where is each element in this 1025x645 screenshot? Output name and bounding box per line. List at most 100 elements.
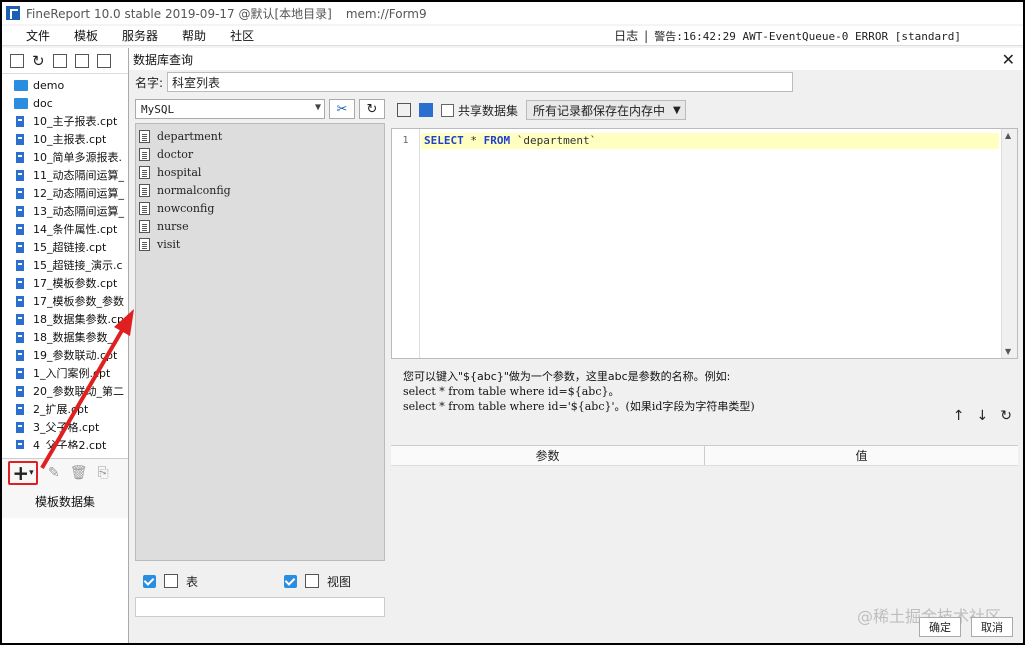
name-input[interactable]: 科室列表	[167, 72, 794, 92]
memory-mode-select[interactable]: 所有记录都保存在内存中 ▼	[526, 100, 686, 120]
app-logo-icon	[6, 6, 20, 20]
add-dataset-button[interactable]: + ▾	[8, 461, 38, 485]
view-icon	[305, 574, 320, 588]
tree-item-label: 10_主报表.cpt	[33, 133, 107, 146]
edit-icon[interactable]: ✎	[48, 465, 60, 481]
table-item[interactable]: nurse	[136, 217, 384, 235]
scroll-down-icon[interactable]: ▼	[1005, 347, 1011, 356]
menu-template[interactable]: 模板	[62, 27, 110, 44]
menu-server[interactable]: 服务器	[110, 27, 170, 44]
tree-item-label: 15_超链接.cpt	[33, 241, 107, 254]
tree-file[interactable]: 4_父子格2.cpt	[2, 436, 128, 449]
file-icon	[16, 169, 24, 181]
tree-file[interactable]: 10_主报表.cpt	[2, 130, 128, 148]
tree-file[interactable]: 2_扩展.cpt	[2, 400, 128, 418]
preview-icon[interactable]: ⎘	[98, 465, 109, 481]
tree-folder[interactable]: demo	[2, 76, 128, 94]
tree-file[interactable]: 13_动态隔间运算_	[2, 202, 128, 220]
table-icon	[139, 219, 150, 233]
template-toolbar: ↻	[2, 48, 128, 74]
status-area: 日志 | 警告:16:42:29 AWT-EventQueue-0 ERROR …	[614, 27, 961, 44]
shared-dataset-checkbox[interactable]	[441, 103, 454, 117]
ok-button[interactable]: 确定	[919, 617, 961, 637]
tree-file[interactable]: 11_动态隔间运算_	[2, 166, 128, 184]
file-icon	[16, 259, 24, 271]
template-tree: demo doc 10_主子报表.cpt 10_主报表.cpt 10_简单多源报表. 11…	[2, 74, 128, 449]
refresh-db-button[interactable]: ↻	[359, 99, 385, 119]
view-checkbox[interactable]	[284, 574, 298, 588]
tree-item-label: 17_模板参数_参数	[33, 295, 124, 308]
tree-file[interactable]: 3_父子格.cpt	[2, 418, 128, 436]
param-help: 您可以键入"${abc}"做为一个参数，这里abc是参数的名称。例如: sele…	[391, 359, 1018, 414]
tree-folder[interactable]: doc	[2, 94, 128, 112]
table-item[interactable]: normalconfig	[136, 181, 384, 199]
table-item[interactable]: nowconfig	[136, 199, 384, 217]
sql-keyword-from: FROM	[483, 134, 511, 147]
help-line-1: 您可以键入"${abc}"做为一个参数，这里abc是参数的名称。例如:	[403, 370, 731, 383]
file-icon	[16, 331, 24, 343]
move-down-icon[interactable]: ↓	[977, 408, 989, 424]
tree-file[interactable]: 12_动态隔间运算_	[2, 184, 128, 202]
settings-icon[interactable]	[74, 53, 89, 68]
sql-star: *	[463, 134, 484, 147]
tree-file[interactable]: 17_模板参数.cpt	[2, 274, 128, 292]
db-query-dialog: 数据库查询 ✕ 名字: 科室列表 MySQL ▼ ✂ ↻ department d…	[128, 48, 1023, 643]
table-icon	[139, 129, 150, 143]
file-icon	[16, 205, 24, 217]
tree-file[interactable]: 1_入门案例.cpt	[2, 364, 128, 382]
dialog-buttons: 确定 取消	[919, 617, 1013, 637]
tree-file[interactable]: 18_数据集参数.cp	[2, 310, 128, 328]
tree-file[interactable]: 10_主子报表.cpt	[2, 112, 128, 130]
connection-settings-button[interactable]: ✂	[329, 99, 355, 119]
dropdown-arrow-icon: ▾	[29, 468, 34, 478]
scroll-up-icon[interactable]: ▲	[1005, 131, 1011, 140]
app-window: FineReport 10.0 stable 2019-09-17 @默认[本地…	[0, 0, 1025, 645]
refresh-icon: ↻	[366, 101, 378, 117]
list-view-icon[interactable]	[52, 53, 67, 68]
table-item[interactable]: hospital	[136, 163, 384, 181]
table-checkbox[interactable]	[143, 574, 156, 588]
sql-table-name: `department`	[510, 134, 597, 147]
tree-file[interactable]: 19_参数联动.cpt	[2, 346, 128, 364]
preview-icon[interactable]	[397, 103, 411, 117]
table-item[interactable]: doctor	[136, 145, 384, 163]
table-item[interactable]: department	[136, 127, 384, 145]
delete-icon[interactable]	[96, 53, 111, 68]
tree-file[interactable]: 18_数据集参数_	[2, 328, 128, 346]
table-item-label: nowconfig	[157, 201, 215, 215]
database-select[interactable]: MySQL ▼	[135, 99, 325, 119]
sql-area: 共享数据集 所有记录都保存在内存中 ▼ 1 SELECT * FROM `dep…	[391, 98, 1018, 616]
close-icon[interactable]: ✕	[1002, 50, 1015, 69]
save-icon[interactable]	[419, 103, 433, 117]
refresh-icon[interactable]: ↻	[32, 52, 45, 70]
sql-editor[interactable]: 1 SELECT * FROM `department` ▲ ▼	[391, 128, 1018, 359]
param-header: 参数 值	[391, 446, 1018, 466]
tree-file[interactable]: 15_超链接_演示.c	[2, 256, 128, 274]
table-item[interactable]: visit	[136, 235, 384, 253]
table-icon	[164, 574, 178, 588]
warning-text[interactable]: 警告:16:42:29 AWT-EventQueue-0 ERROR [stan…	[654, 28, 961, 44]
tree-file[interactable]: 15_超链接.cpt	[2, 238, 128, 256]
editor-scrollbar[interactable]: ▲ ▼	[1001, 129, 1017, 358]
file-icon	[16, 385, 24, 397]
tree-file[interactable]: 17_模板参数_参数	[2, 292, 128, 310]
menu-community[interactable]: 社区	[218, 27, 266, 44]
tree-file[interactable]: 10_简单多源报表.	[2, 148, 128, 166]
tree-file[interactable]: 14_条件属性.cpt	[2, 220, 128, 238]
table-search-input[interactable]	[135, 597, 385, 617]
dialog-title: 数据库查询	[133, 52, 194, 67]
trash-icon[interactable]: 🗑	[70, 465, 88, 481]
shared-dataset-label: 共享数据集	[458, 103, 519, 118]
tree-item-label: 13_动态隔间运算_	[33, 205, 124, 218]
new-folder-icon[interactable]	[10, 53, 24, 68]
log-link[interactable]: 日志	[614, 27, 638, 44]
cancel-button[interactable]: 取消	[971, 617, 1013, 637]
refresh-params-icon[interactable]: ↻	[1000, 408, 1012, 424]
menu-file[interactable]: 文件	[14, 27, 62, 44]
move-up-icon[interactable]: ↑	[953, 408, 965, 424]
view-checkbox-label: 视图	[327, 574, 352, 589]
menu-help[interactable]: 帮助	[170, 27, 218, 44]
table-item-label: visit	[157, 237, 181, 251]
table-item-label: department	[157, 129, 223, 143]
tree-file[interactable]: 20_参数联动_第二	[2, 382, 128, 400]
